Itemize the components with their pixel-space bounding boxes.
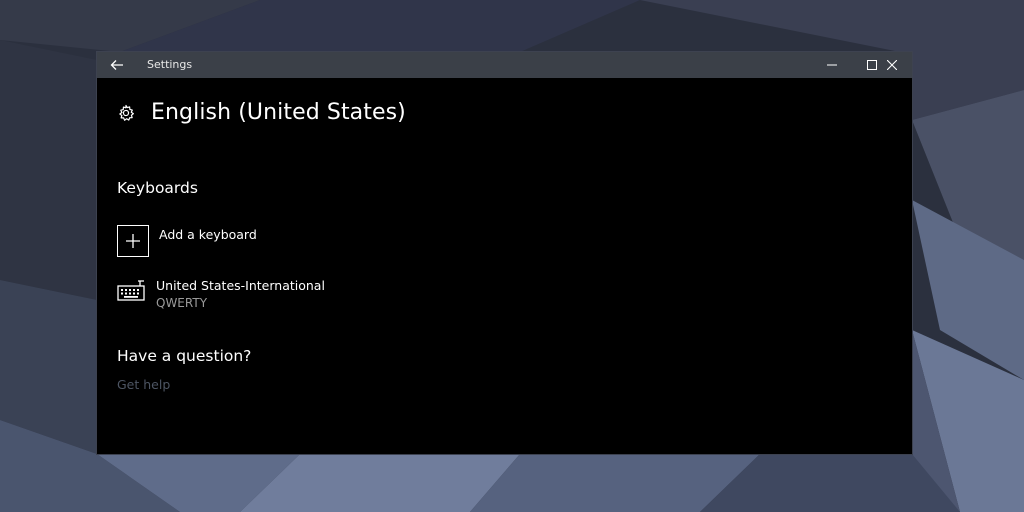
question-heading: Have a question? xyxy=(117,347,252,365)
title-bar: Settings xyxy=(97,52,912,78)
plus-icon xyxy=(126,234,140,248)
settings-window: Settings English (United States) Keyboar… xyxy=(97,52,912,454)
window-title: Settings xyxy=(147,58,193,71)
add-keyboard-button[interactable]: Add a keyboard xyxy=(117,225,257,257)
close-button[interactable] xyxy=(872,52,912,78)
keyboard-layout: QWERTY xyxy=(156,296,208,310)
get-help-link[interactable]: Get help xyxy=(117,377,170,392)
keyboards-heading: Keyboards xyxy=(117,179,198,197)
keyboard-name: United States-International xyxy=(156,278,325,293)
keyboard-item-text: United States-International QWERTY xyxy=(156,278,325,311)
page-title: English (United States) xyxy=(151,100,406,125)
keyboard-list-item[interactable]: United States-International QWERTY xyxy=(117,278,325,311)
back-button[interactable] xyxy=(97,52,137,78)
add-keyboard-tile xyxy=(117,225,149,257)
close-icon xyxy=(887,60,897,70)
add-keyboard-label: Add a keyboard xyxy=(159,227,257,242)
back-arrow-icon xyxy=(110,60,123,70)
minimize-button[interactable] xyxy=(812,52,852,78)
minimize-icon xyxy=(827,64,837,66)
settings-content: English (United States) Keyboards Add a … xyxy=(97,78,912,454)
keyboard-icon xyxy=(117,280,145,301)
page-header: English (United States) xyxy=(117,100,406,125)
gear-icon xyxy=(119,104,134,121)
